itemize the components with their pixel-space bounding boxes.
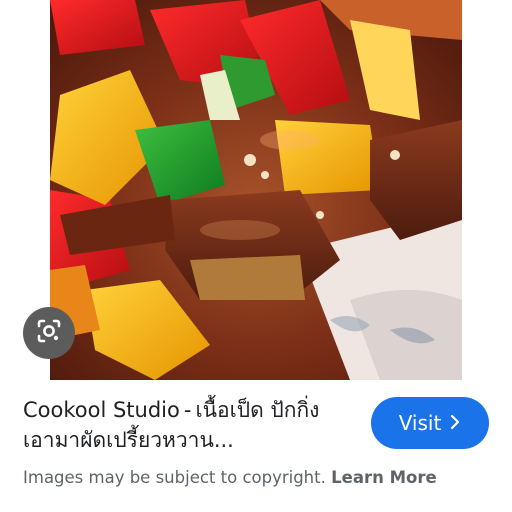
chevron-right-icon xyxy=(449,411,461,435)
title-separator: - xyxy=(183,398,192,422)
lens-camera-icon xyxy=(35,317,63,349)
lens-search-button[interactable] xyxy=(23,307,75,359)
result-title[interactable]: Cookool Studio - เนื้อเป็ด ปักกิ่ง เอามาผั… xyxy=(23,395,343,455)
copyright-text: Images may be subject to copyright. xyxy=(23,468,326,487)
copyright-notice: Images may be subject to copyright. Lear… xyxy=(23,466,493,490)
image-preview-area xyxy=(0,0,512,380)
source-name: Cookool Studio xyxy=(23,398,180,422)
visit-button[interactable]: Visit xyxy=(371,397,489,449)
learn-more-link[interactable]: Learn More xyxy=(331,468,437,487)
visit-label: Visit xyxy=(398,411,442,435)
food-photo[interactable] xyxy=(50,0,462,380)
food-photo-drawing xyxy=(50,0,462,380)
